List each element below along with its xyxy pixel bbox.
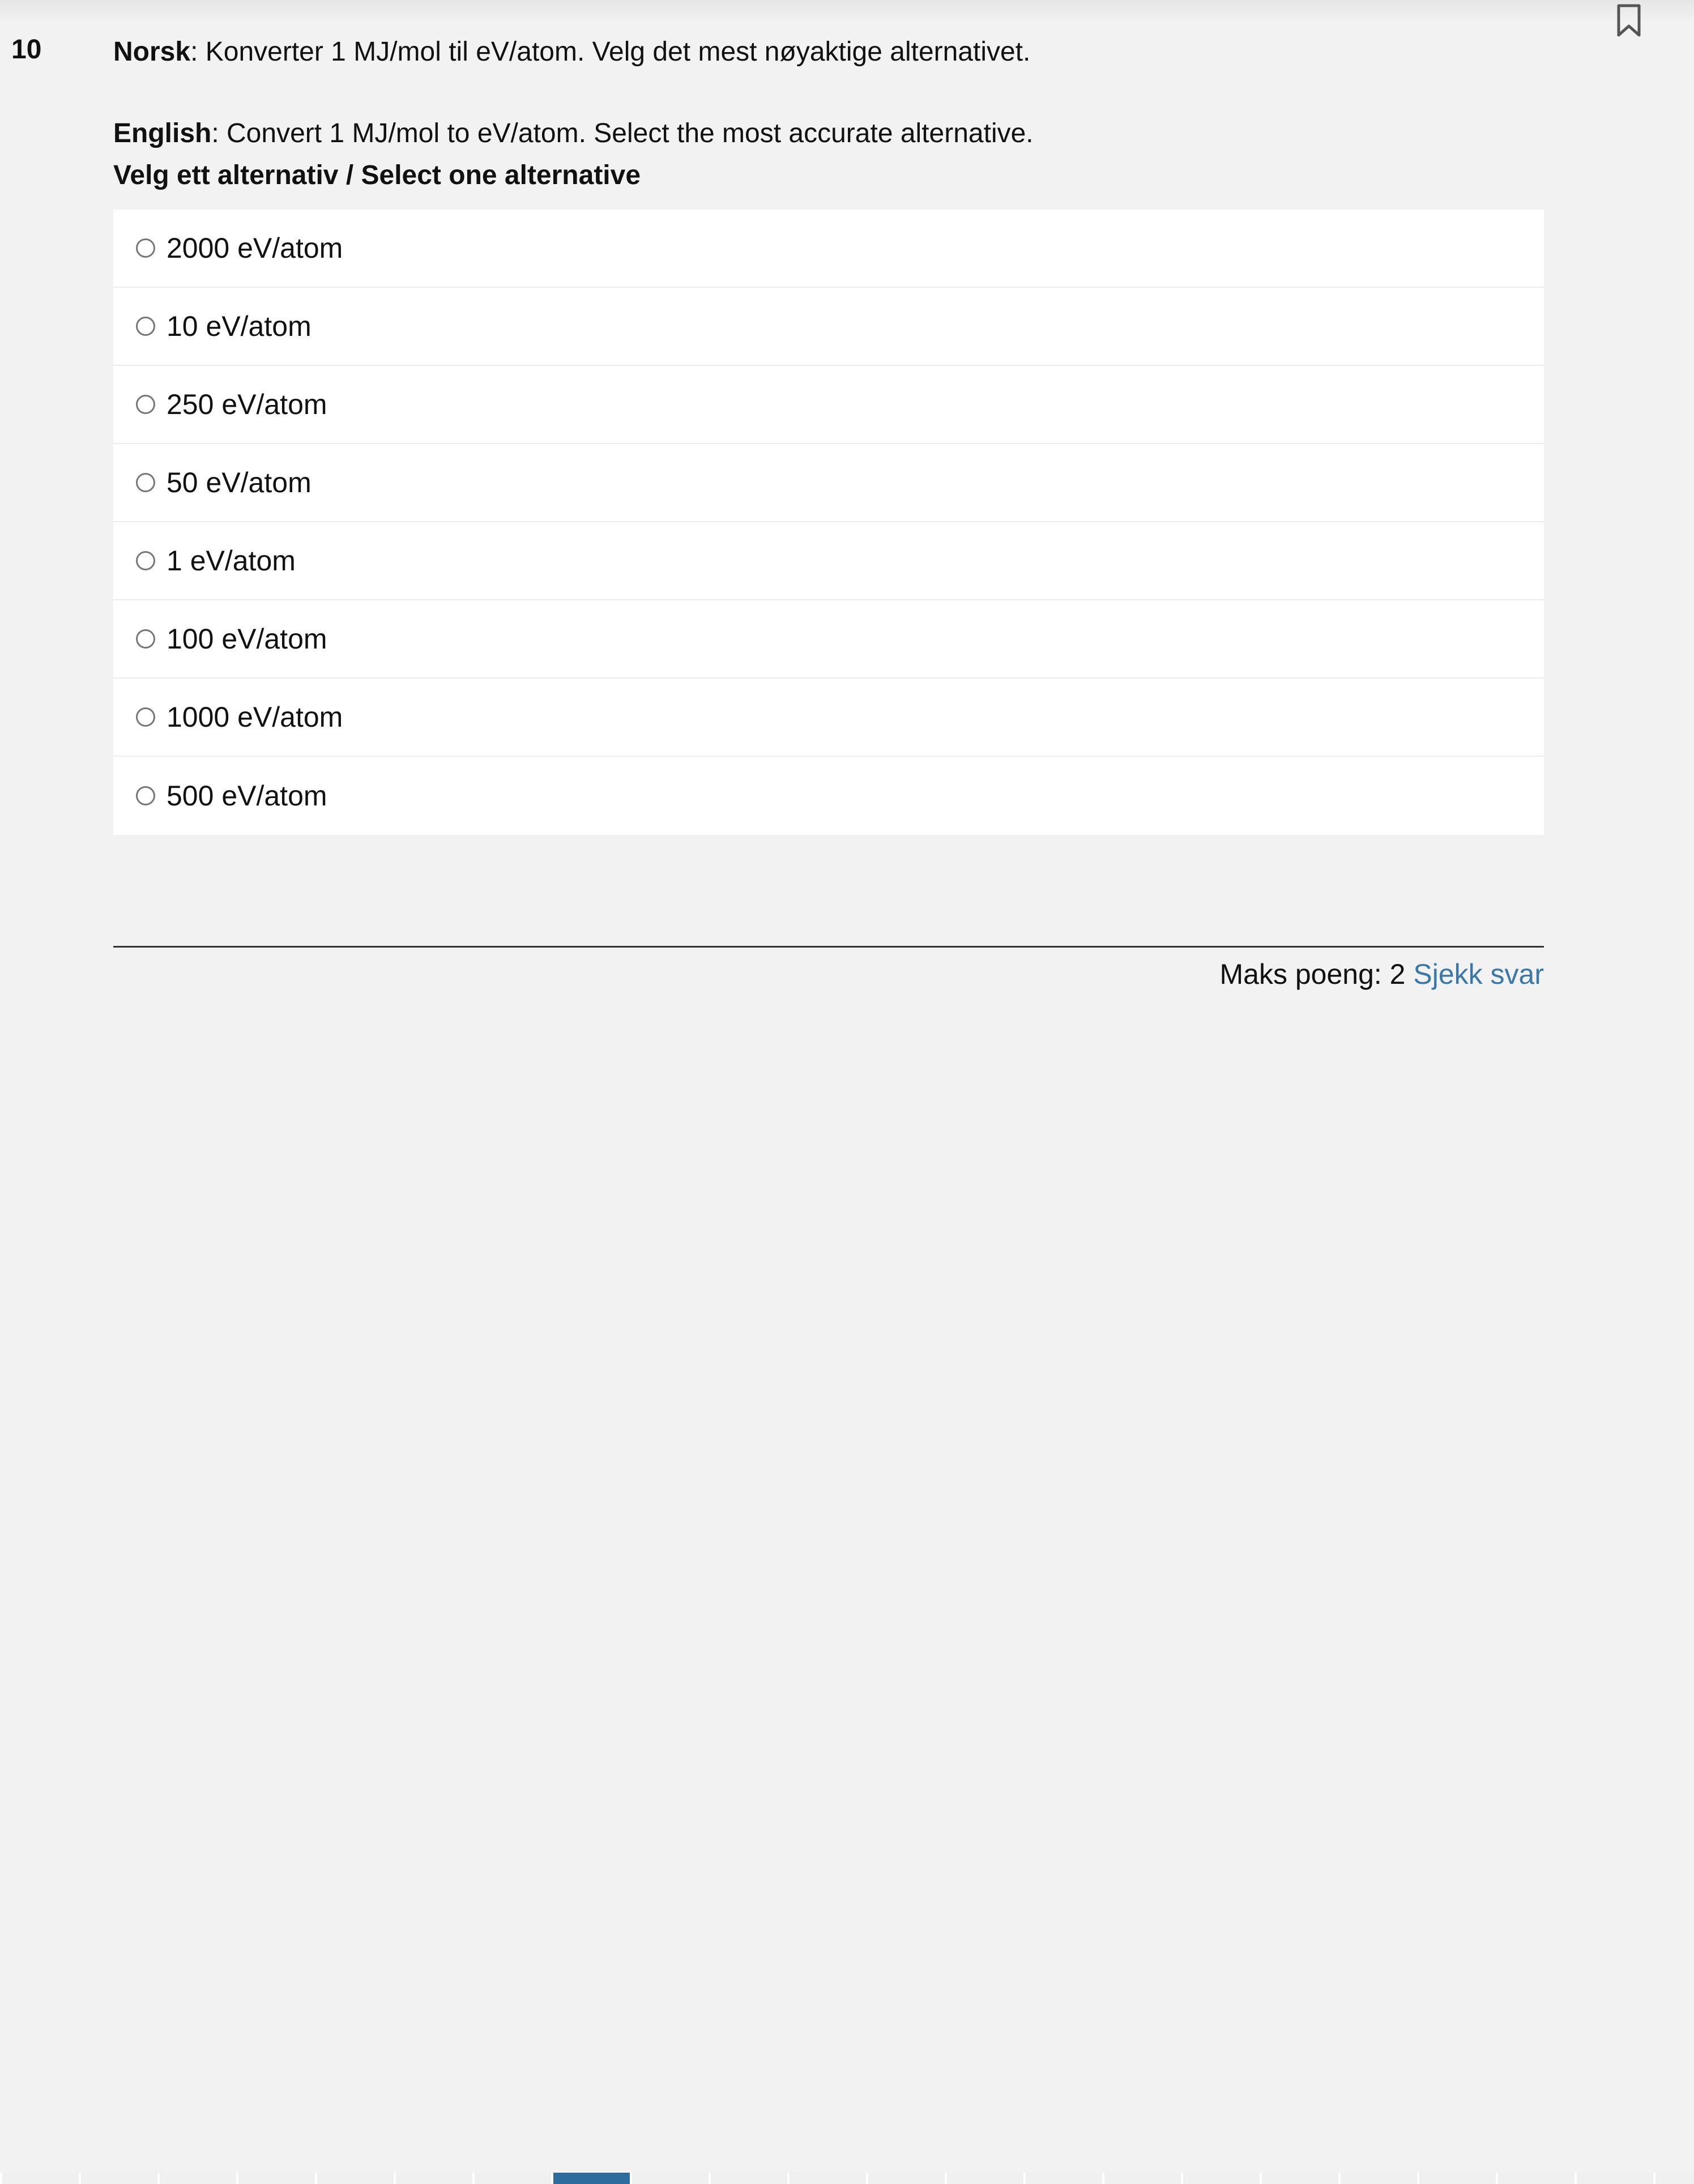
question-text-english: English: Convert 1 MJ/mol to eV/atom. Se… — [113, 117, 1034, 151]
max-points: Maks poeng: 2 — [1219, 958, 1406, 990]
english-text: : Convert 1 MJ/mol to eV/atom. Select th… — [211, 118, 1034, 148]
answer-option[interactable]: 1000 eV/atom — [113, 679, 1544, 757]
radio-button[interactable] — [136, 238, 155, 258]
check-answer-link[interactable]: Sjekk svar — [1413, 958, 1544, 990]
answer-option[interactable]: 10 eV/atom — [113, 288, 1544, 366]
answer-option-label: 1000 eV/atom — [167, 701, 343, 733]
question-nav-item[interactable] — [472, 2173, 551, 2184]
question-text-norwegian: Norsk: Konverter 1 MJ/mol til eV/atom. V… — [113, 35, 1030, 69]
question-nav-item[interactable] — [866, 2173, 945, 2184]
question-nav-item[interactable] — [1102, 2173, 1181, 2184]
answer-option-label: 100 eV/atom — [167, 623, 327, 655]
divider — [113, 946, 1544, 948]
answer-option[interactable]: 50 eV/atom — [113, 444, 1544, 522]
answer-option-label: 10 eV/atom — [167, 310, 312, 342]
question-nav-item[interactable] — [0, 2173, 79, 2184]
question-nav-item[interactable] — [1023, 2173, 1102, 2184]
answer-option-label: 50 eV/atom — [167, 467, 312, 498]
question-footer: Maks poeng: 2 Sjekk svar — [1219, 957, 1544, 991]
question-nav-item[interactable] — [1653, 2173, 1694, 2184]
question-nav-item[interactable] — [787, 2173, 866, 2184]
norsk-text: : Konverter 1 MJ/mol til eV/atom. Velg d… — [190, 37, 1031, 67]
top-shade — [0, 0, 1694, 23]
question-nav-item[interactable] — [394, 2173, 472, 2184]
question-nav-item[interactable] — [79, 2173, 157, 2184]
answer-option[interactable]: 100 eV/atom — [113, 600, 1544, 679]
answer-option-label: 2000 eV/atom — [167, 232, 343, 264]
radio-button[interactable] — [136, 786, 155, 805]
radio-button[interactable] — [136, 551, 155, 570]
question-nav-item[interactable] — [1338, 2173, 1417, 2184]
answer-option[interactable]: 2000 eV/atom — [113, 210, 1544, 288]
radio-button[interactable] — [136, 473, 155, 492]
question-nav-item[interactable] — [1260, 2173, 1338, 2184]
answer-option[interactable]: 1 eV/atom — [113, 522, 1544, 600]
radio-button[interactable] — [136, 707, 155, 727]
radio-button[interactable] — [136, 629, 155, 649]
question-nav-item[interactable] — [315, 2173, 394, 2184]
question-number: 10 — [11, 35, 42, 65]
question-nav-item[interactable] — [551, 2173, 630, 2184]
english-label: English — [113, 118, 212, 148]
question-navigation — [0, 2173, 1694, 2184]
question-nav-item[interactable] — [236, 2173, 315, 2184]
bookmark-icon[interactable] — [1613, 2, 1645, 39]
question-nav-item[interactable] — [157, 2173, 236, 2184]
question-nav-item[interactable] — [709, 2173, 787, 2184]
answer-option-label: 1 eV/atom — [167, 545, 296, 577]
question-nav-item[interactable] — [1417, 2173, 1496, 2184]
radio-button[interactable] — [136, 317, 155, 336]
answer-option[interactable]: 500 eV/atom — [113, 757, 1544, 835]
question-nav-item[interactable] — [945, 2173, 1023, 2184]
question-nav-item[interactable] — [630, 2173, 709, 2184]
answer-options: 2000 eV/atom 10 eV/atom 250 eV/atom 50 e… — [113, 210, 1544, 835]
answer-option[interactable]: 250 eV/atom — [113, 366, 1544, 444]
answer-option-label: 250 eV/atom — [167, 389, 327, 420]
answer-option-label: 500 eV/atom — [167, 780, 327, 812]
question-nav-item[interactable] — [1574, 2173, 1653, 2184]
question-nav-item[interactable] — [1496, 2173, 1574, 2184]
select-instruction: Velg ett alternativ / Select one alterna… — [113, 160, 641, 190]
radio-button[interactable] — [136, 395, 155, 414]
norsk-label: Norsk — [113, 37, 191, 67]
question-nav-item[interactable] — [1181, 2173, 1260, 2184]
